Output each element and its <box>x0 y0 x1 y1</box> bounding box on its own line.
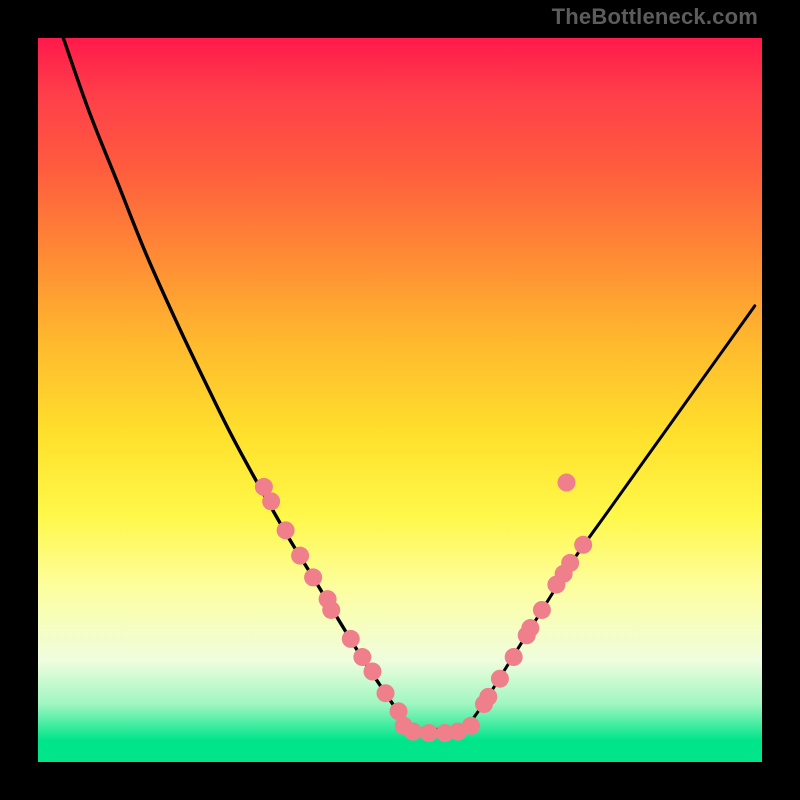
attribution-text: TheBottleneck.com <box>552 6 758 28</box>
outer-frame: TheBottleneck.com <box>0 0 800 800</box>
data-dot <box>479 688 497 706</box>
data-dot <box>558 474 576 492</box>
data-dot <box>574 536 592 554</box>
data-dot <box>404 723 422 741</box>
curve-segment <box>63 38 407 726</box>
data-dot <box>521 619 539 637</box>
data-dot <box>555 565 573 583</box>
curve-segment <box>465 306 755 730</box>
chart-svg <box>38 38 762 762</box>
data-dot <box>363 663 381 681</box>
data-dot <box>491 670 509 688</box>
data-dot <box>291 547 309 565</box>
curve-layer <box>63 38 754 729</box>
data-dot <box>262 492 280 510</box>
data-dot <box>304 568 322 586</box>
data-dot <box>377 684 395 702</box>
dot-layer <box>255 474 592 742</box>
data-dot <box>505 648 523 666</box>
data-dot <box>342 630 360 648</box>
data-dot <box>462 717 480 735</box>
data-dot <box>533 601 551 619</box>
plot-area <box>38 38 762 762</box>
data-dot <box>322 601 340 619</box>
data-dot <box>353 648 371 666</box>
data-dot <box>420 724 438 742</box>
data-dot <box>277 521 295 539</box>
